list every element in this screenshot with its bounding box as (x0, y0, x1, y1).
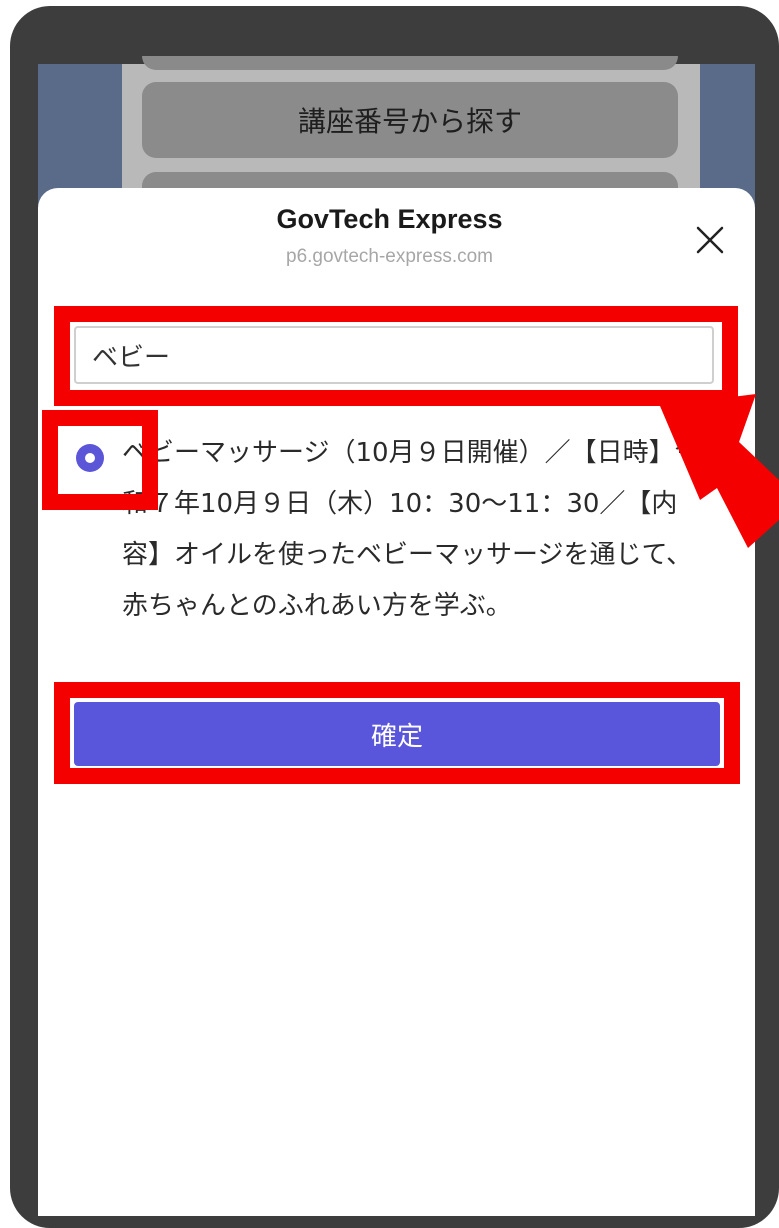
pointer-arrow-icon (660, 394, 779, 548)
